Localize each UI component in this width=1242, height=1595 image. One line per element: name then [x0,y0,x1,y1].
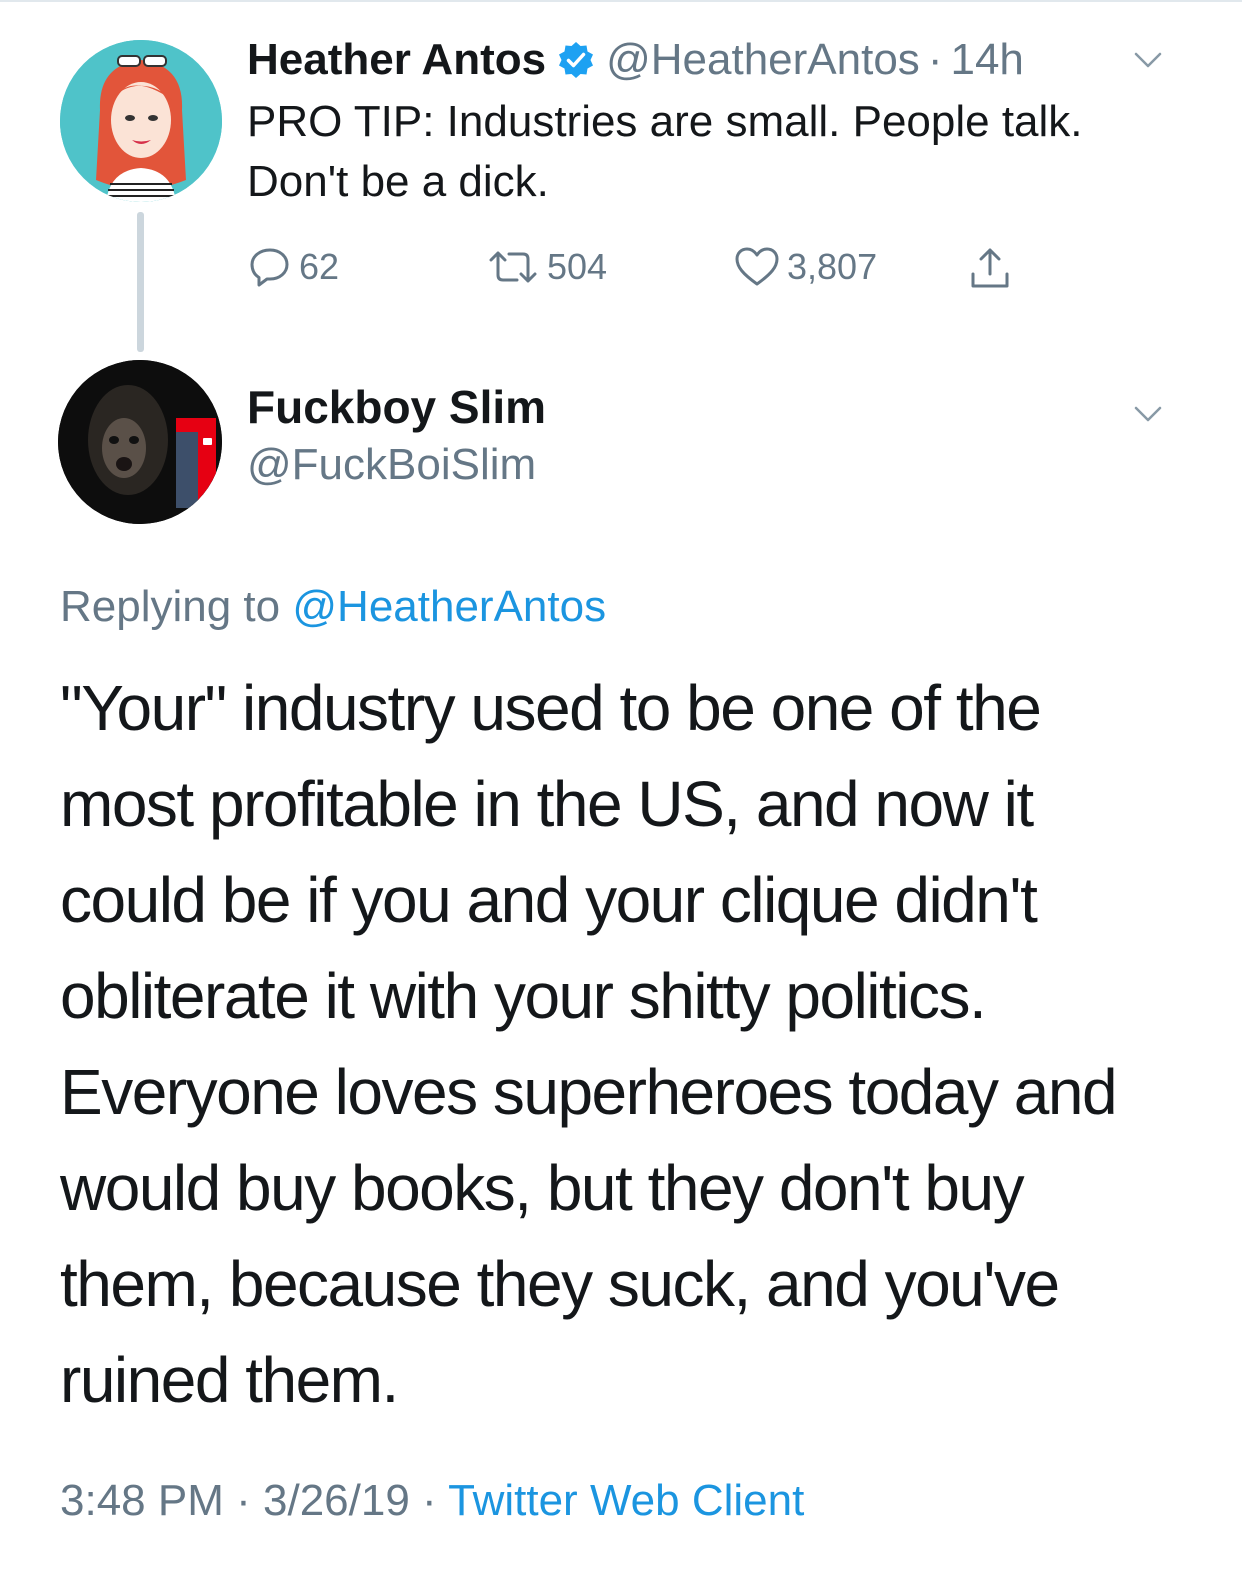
tweet-time: 3:48 PM [60,1476,224,1525]
retweet-button[interactable]: 504 [485,244,607,290]
reply-tweet-text-line: them, because they suck, and you've [60,1248,1060,1320]
tweet-date: 3/26/19 [263,1476,410,1525]
retweet-icon [489,251,537,283]
verified-badge-icon [559,42,594,78]
parent-tweet-header: Heather Antos @HeatherAntos · 14h [247,30,1024,90]
parent-tweet-text-line: Don't be a dick. [247,157,549,206]
parent-tweet-text-line: PRO TIP: Industries are small. People ta… [247,97,1083,146]
like-count: 3,807 [787,246,878,287]
reply-tweet-text-line: "Your" industry used to be one of the [60,672,1042,744]
reply-display-name[interactable]: Fuckboy Slim [247,380,546,434]
reply-icon [250,248,289,287]
thread-connector-line [137,212,144,352]
reply-tweet-text-line: Everyone loves superheroes today and [60,1056,1118,1128]
chevron-down-icon[interactable] [1133,404,1163,424]
replying-to-handle-link[interactable]: @HeatherAntos [292,582,606,631]
avatar-photo [58,360,222,524]
replying-to-line: Replying to @HeatherAntos [60,582,606,632]
parent-tweet-text: PRO TIP: Industries are small. People ta… [247,92,1207,212]
reply-tweet-text: "Your" industry used to be one of the mo… [60,660,1190,1428]
parent-handle[interactable]: @HeatherAntos [606,35,920,85]
share-icon [971,248,1009,288]
reply-handle[interactable]: @FuckBoiSlim [247,440,536,490]
chevron-down-icon[interactable] [1133,50,1163,70]
tweet-metadata: 3:48 PM · 3/26/19 · Twitter Web Client [60,1476,804,1526]
meta-separator: · [422,1476,437,1525]
parent-timestamp[interactable]: 14h [950,35,1023,85]
reply-tweet-text-line: would buy books, but they don't buy [60,1152,1025,1224]
meta-separator: · [236,1476,251,1525]
reply-tweet-text-line: obliterate it with your shitty politics. [60,960,987,1032]
replying-to-label: Replying to [60,582,281,631]
like-button[interactable]: 3,807 [733,244,877,290]
top-divider [0,0,1242,2]
parent-display-name[interactable]: Heather Antos [247,35,546,85]
header-separator: · [927,35,943,84]
reply-count: 62 [299,246,340,287]
avatar-illustration [60,40,222,202]
reply-tweet-text-line: most profitable in the US, and now it [60,768,1034,840]
reply-tweet-text-line: could be if you and your clique didn't [60,864,1038,936]
avatar-heather-antos[interactable] [60,40,222,202]
tweet-source-link[interactable]: Twitter Web Client [448,1476,804,1525]
reply-tweet-text-line: ruined them. [60,1344,399,1416]
retweet-count: 504 [547,246,608,287]
heart-icon [735,247,779,286]
reply-button[interactable]: 62 [247,244,339,290]
avatar-fuckboy-slim[interactable] [58,360,222,524]
share-button[interactable] [967,244,1013,294]
